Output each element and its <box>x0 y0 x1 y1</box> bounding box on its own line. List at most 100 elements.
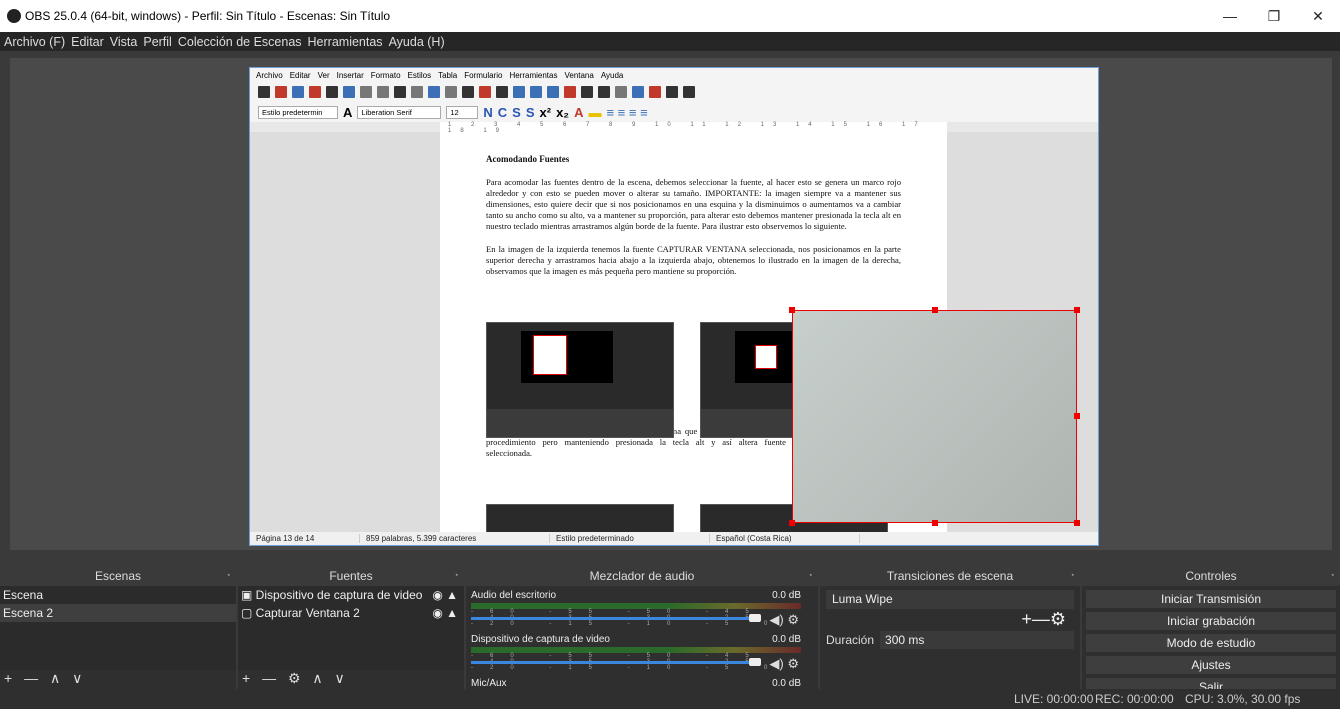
channel-name: Dispositivo de captura de video <box>471 634 610 645</box>
footnote-icon <box>632 86 644 98</box>
fader-knob[interactable] <box>749 614 761 622</box>
duration-label: Duración <box>826 633 875 647</box>
scenes-list: Escena Escena 2 <box>0 586 236 670</box>
volume-fader[interactable] <box>471 617 753 620</box>
field-icon <box>581 86 593 98</box>
paste-icon <box>394 86 406 98</box>
writer-menu-item: Formato <box>370 70 401 80</box>
superscript-icon: x² <box>539 104 552 120</box>
obs-logo-icon <box>7 9 21 23</box>
menu-editar[interactable]: Editar <box>71 35 104 49</box>
scenes-title: Escenas <box>0 566 236 586</box>
resize-handle[interactable] <box>1074 520 1080 526</box>
word-count: 859 palabras, 5.399 caracteres <box>360 534 550 543</box>
underline-icon: S <box>512 104 521 120</box>
minimize-button[interactable]: — <box>1208 0 1252 32</box>
speaker-gear-icon[interactable]: ◀) ⚙ <box>769 612 799 628</box>
channel-db: 0.0 dB <box>772 634 801 645</box>
pilcrow-icon <box>479 86 491 98</box>
undo-icon <box>428 86 440 98</box>
volume-fader[interactable] <box>471 661 753 664</box>
sources-list: ▣ Dispositivo de captura de video ◉ ▲ ▢ C… <box>238 586 464 670</box>
title-bar: OBS 25.0.4 (64-bit, windows) - Perfil: S… <box>0 0 1340 32</box>
textbox-icon <box>547 86 559 98</box>
doc-paragraph-1: Para acomodar las fuentes dentro de la e… <box>486 177 901 232</box>
fader-knob[interactable] <box>749 658 761 666</box>
resize-handle[interactable] <box>789 307 795 313</box>
writer-menu-item: Ver <box>317 70 330 80</box>
resize-handle[interactable] <box>1074 307 1080 313</box>
start-streaming-button[interactable]: Iniciar Transmisión <box>1086 590 1336 608</box>
cut-icon <box>360 86 372 98</box>
writer-menu-item: Ventana <box>564 70 594 80</box>
special-char-icon <box>598 86 610 98</box>
writer-menu-item: Editar <box>289 70 311 80</box>
transition-add-remove-config[interactable]: +—⚙ <box>820 609 1080 629</box>
spelling-icon <box>462 86 474 98</box>
menu-vista[interactable]: Vista <box>110 35 138 49</box>
transition-select[interactable]: Luma Wipe <box>826 590 1074 609</box>
visibility-icon[interactable]: ◉ ▲ <box>432 604 464 622</box>
start-recording-button[interactable]: Iniciar grabación <box>1086 612 1336 630</box>
audio-mixer-dock: Mezclador de audio Audio del escritorio … <box>466 566 818 689</box>
ruler-scale: 1 2 3 4 5 6 7 8 9 10 11 12 13 14 15 16 1… <box>440 122 947 134</box>
save-icon <box>292 86 304 98</box>
duration-input[interactable]: 300 ms <box>880 631 1074 649</box>
font-color-icon: A <box>574 104 584 120</box>
language: Español (Costa Rica) <box>710 534 860 543</box>
writer-menu: Archivo Editar Ver Insertar Formato Esti… <box>250 68 1098 82</box>
source-item[interactable]: ▢ Capturar Ventana 2 ◉ ▲ <box>238 604 464 622</box>
line-icon <box>666 86 678 98</box>
selected-video-capture-source[interactable] <box>789 307 1080 526</box>
resize-handle[interactable] <box>932 520 938 526</box>
restore-button[interactable]: ❐ <box>1252 0 1296 32</box>
image-icon <box>513 86 525 98</box>
copy-icon <box>377 86 389 98</box>
source-item[interactable]: ▣ Dispositivo de captura de video ◉ ▲ <box>238 586 464 604</box>
doc-paragraph-2: En la imagen de la izquierda tenemos la … <box>486 243 901 276</box>
speaker-gear-icon[interactable]: ◀) ⚙ <box>769 656 799 672</box>
italic-icon: C <box>497 104 508 120</box>
close-button[interactable]: ✕ <box>1296 0 1340 32</box>
scenes-toolbar[interactable]: + — ∧ ∨ <box>0 670 236 689</box>
menu-herramientas[interactable]: Herramientas <box>308 35 383 49</box>
window-icon: ▢ <box>241 606 256 620</box>
style-icon: A <box>343 104 353 120</box>
settings-button[interactable]: Ajustes <box>1086 656 1336 674</box>
writer-menu-item: Tabla <box>438 70 458 80</box>
mixer-title: Mezclador de audio <box>466 566 818 586</box>
table-icon <box>496 86 508 98</box>
menu-perfil[interactable]: Perfil <box>143 35 171 49</box>
sources-title: Fuentes <box>238 566 464 586</box>
resize-handle[interactable] <box>789 520 795 526</box>
status-bar: LIVE: 00:00:00 REC: 00:00:00 CPU: 3.0%, … <box>0 689 1340 709</box>
chart-icon <box>530 86 542 98</box>
window-title: OBS 25.0.4 (64-bit, windows) - Perfil: S… <box>25 9 391 23</box>
sources-toolbar[interactable]: + — ⚙ ∧ ∨ <box>238 670 464 689</box>
visibility-icon[interactable]: ◉ ▲ <box>432 586 464 604</box>
resize-handle[interactable] <box>1074 413 1080 419</box>
studio-mode-button[interactable]: Modo de estudio <box>1086 634 1336 652</box>
resize-handle[interactable] <box>932 307 938 313</box>
menu-coleccion-escenas[interactable]: Colección de Escenas <box>178 35 302 49</box>
mixer-channel: Dispositivo de captura de video 0.0 dB -… <box>471 634 813 678</box>
align-icon: ≡ ≡ ≡ ≡ <box>606 104 648 120</box>
scenes-dock: Escenas Escena Escena 2 + — ∧ ∨ <box>0 566 236 689</box>
new-doc-icon <box>258 86 270 98</box>
comment-icon <box>649 86 661 98</box>
pagebreak-icon <box>564 86 576 98</box>
menu-archivo[interactable]: Archivo (F) <box>4 35 65 49</box>
link-icon <box>615 86 627 98</box>
writer-menu-item: Insertar <box>336 70 364 80</box>
controls-title: Controles <box>1082 566 1340 586</box>
writer-format-toolbar: Estilo predetermin A Liberation Serif 12… <box>250 102 1098 122</box>
rec-time: REC: 00:00:00 <box>1095 692 1174 706</box>
doc-heading: Acomodando Fuentes <box>486 154 570 164</box>
preview-icon <box>343 86 355 98</box>
cpu-fps: CPU: 3.0%, 30.00 fps <box>1185 692 1301 706</box>
channel-name: Audio del escritorio <box>471 590 557 601</box>
writer-standard-toolbar <box>250 82 1098 102</box>
scene-item[interactable]: Escena <box>0 586 236 604</box>
menu-ayuda[interactable]: Ayuda (H) <box>389 35 445 49</box>
scene-item[interactable]: Escena 2 <box>0 604 236 622</box>
